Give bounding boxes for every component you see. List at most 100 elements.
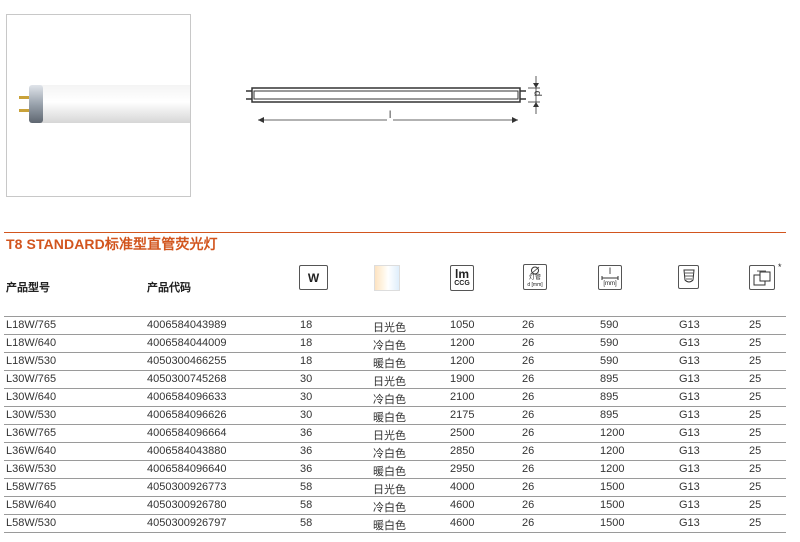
length-icon: l [mm]: [598, 265, 622, 290]
cell-light-color: 冷白色: [373, 502, 406, 514]
cell-code: 4050300745268: [147, 373, 227, 385]
length-icon-text: l: [609, 266, 611, 276]
light-color-icon: [374, 265, 400, 291]
cell-pack-qty: 25: [749, 427, 762, 439]
cell-model: L58W/640: [6, 499, 57, 511]
packaging-icon: [749, 265, 775, 290]
cell-wattage: 30: [300, 391, 313, 403]
header-code: 产品代码: [147, 282, 191, 294]
cell-length: 590: [600, 319, 619, 331]
cell-model: L30W/640: [6, 391, 57, 403]
cell-base: G13: [679, 409, 700, 421]
cell-lumen: 1200: [450, 337, 475, 349]
cell-base: G13: [679, 481, 700, 493]
title-rule: [4, 232, 786, 233]
cell-light-color: 暖白色: [373, 358, 406, 370]
table-row: L30W/640 4006584096633 30 冷白色 2100 26 895 G13 25: [4, 388, 786, 406]
cell-length: 895: [600, 391, 619, 403]
cell-diameter: 26: [522, 355, 535, 367]
table-row: L36W/530 4006584096640 36 暖白色 2950 26 1200 G13 2…: [4, 460, 786, 478]
table-row: L18W/640 4006584044009 18 冷白色 1200 26 590 G13 25: [4, 334, 786, 352]
cell-diameter: 26: [522, 481, 535, 493]
luminous-flux-icon-unit: lm: [454, 267, 469, 281]
wattage-icon: W: [299, 265, 328, 290]
cell-pack-qty: 25: [749, 409, 762, 421]
tube-dimension-diagram: d l: [244, 70, 544, 132]
cell-code: 4006584044009: [147, 337, 227, 349]
cell-diameter: 26: [522, 337, 535, 349]
cell-length: 895: [600, 409, 619, 421]
cell-light-color: 冷白色: [373, 394, 406, 406]
cell-length: 590: [600, 355, 619, 367]
product-photo: [6, 14, 191, 197]
cell-model: L58W/765: [6, 481, 57, 493]
cell-diameter: 26: [522, 517, 535, 529]
product-table: L18W/765 4006584043989 18 日光色 1050 26 590 G13 25…: [4, 316, 786, 533]
cell-wattage: 18: [300, 355, 313, 367]
cell-pack-qty: 25: [749, 463, 762, 475]
cell-wattage: 18: [300, 337, 313, 349]
cell-wattage: 30: [300, 409, 313, 421]
cell-lumen: 1900: [450, 373, 475, 385]
table-row: L18W/765 4006584043989 18 日光色 1050 26 590 G13 25: [4, 316, 786, 334]
cell-wattage: 36: [300, 463, 313, 475]
cell-pack-qty: 25: [749, 499, 762, 511]
cell-lumen: 2100: [450, 391, 475, 403]
cell-length: 895: [600, 373, 619, 385]
diameter-icon-unit: d [mm]: [527, 282, 543, 288]
cell-base: G13: [679, 373, 700, 385]
cell-lumen: 2500: [450, 427, 475, 439]
cell-light-color: 暖白色: [373, 466, 406, 478]
cell-wattage: 30: [300, 373, 313, 385]
cell-light-color: 日光色: [373, 322, 406, 334]
table-row: L36W/765 4006584096664 36 日光色 2500 26 1200 G13 2…: [4, 424, 786, 442]
cell-diameter: 26: [522, 373, 535, 385]
cell-light-color: 日光色: [373, 484, 406, 496]
cell-diameter: 26: [522, 319, 535, 331]
cell-base: G13: [679, 391, 700, 403]
cell-base: G13: [679, 517, 700, 529]
cell-diameter: 26: [522, 391, 535, 403]
cell-lumen: 1050: [450, 319, 475, 331]
cell-pack-qty: 25: [749, 337, 762, 349]
cell-length: 1200: [600, 463, 625, 475]
table-row: L36W/640 4006584043880 36 冷白色 2850 26 1200 G13 2…: [4, 442, 786, 460]
cell-pack-qty: 25: [749, 445, 762, 457]
cell-light-color: 冷白色: [373, 340, 406, 352]
header-model: 产品型号: [6, 282, 50, 294]
cell-model: L36W/765: [6, 427, 57, 439]
cell-model: L58W/530: [6, 517, 57, 529]
cell-length: 1200: [600, 445, 625, 457]
cell-diameter: 26: [522, 499, 535, 511]
table-row: L58W/640 4050300926780 58 冷白色 4600 26 1500 G13 2…: [4, 496, 786, 514]
lamp-base-icon: [678, 265, 699, 289]
cell-code: 4006584096664: [147, 427, 227, 439]
cell-wattage: 18: [300, 319, 313, 331]
cell-base: G13: [679, 445, 700, 457]
cell-model: L30W/765: [6, 373, 57, 385]
cell-model: L36W/640: [6, 445, 57, 457]
table-row: L58W/765 4050300926773 58 日光色 4000 26 1500 G13 2…: [4, 478, 786, 496]
cell-diameter: 26: [522, 427, 535, 439]
table-row: L30W/765 4050300745268 30 日光色 1900 26 895 G13 25: [4, 370, 786, 388]
table-row: L30W/530 4006584096626 30 暖白色 2175 26 895 G13 25: [4, 406, 786, 424]
cell-diameter: 26: [522, 409, 535, 421]
cell-code: 4006584096626: [147, 409, 227, 421]
wattage-icon-text: W: [307, 270, 320, 285]
cell-code: 4050300926797: [147, 517, 227, 529]
cell-model: L36W/530: [6, 463, 57, 475]
diameter-circle-icon: [530, 266, 540, 275]
cell-light-color: 暖白色: [373, 412, 406, 424]
cell-length: 1500: [600, 517, 625, 529]
cell-lumen: 4600: [450, 499, 475, 511]
cell-light-color: 冷白色: [373, 448, 406, 460]
cell-model: L18W/530: [6, 355, 57, 367]
cell-code: 4050300926773: [147, 481, 227, 493]
cell-lumen: 1200: [450, 355, 475, 367]
cell-wattage: 36: [300, 427, 313, 439]
cell-code: 4006584096640: [147, 463, 227, 475]
cell-light-color: 暖白色: [373, 520, 406, 532]
cell-wattage: 58: [300, 517, 313, 529]
cell-base: G13: [679, 319, 700, 331]
cell-length: 590: [600, 337, 619, 349]
